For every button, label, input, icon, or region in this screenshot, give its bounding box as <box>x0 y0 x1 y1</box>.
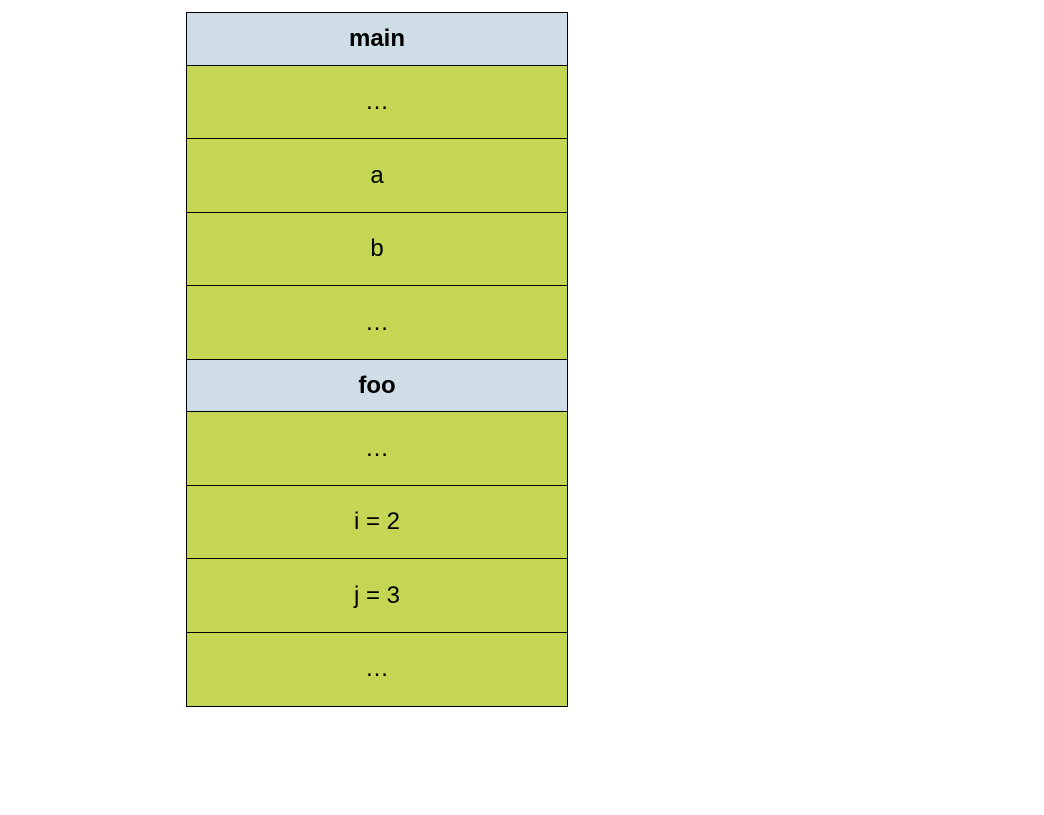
frame-header-foo: foo <box>186 359 568 413</box>
stack-cell: … <box>186 65 568 140</box>
stack-cell: … <box>186 285 568 360</box>
frame-header-main: main <box>186 12 568 66</box>
stack-cell: j = 3 <box>186 558 568 633</box>
stack-cell: b <box>186 212 568 287</box>
stack-diagram: main … a b … foo … i = 2 j = 3 … <box>186 12 568 707</box>
stack-cell: … <box>186 411 568 486</box>
stack-cell: i = 2 <box>186 485 568 560</box>
stack-cell: a <box>186 138 568 213</box>
stack-cell: … <box>186 632 568 707</box>
